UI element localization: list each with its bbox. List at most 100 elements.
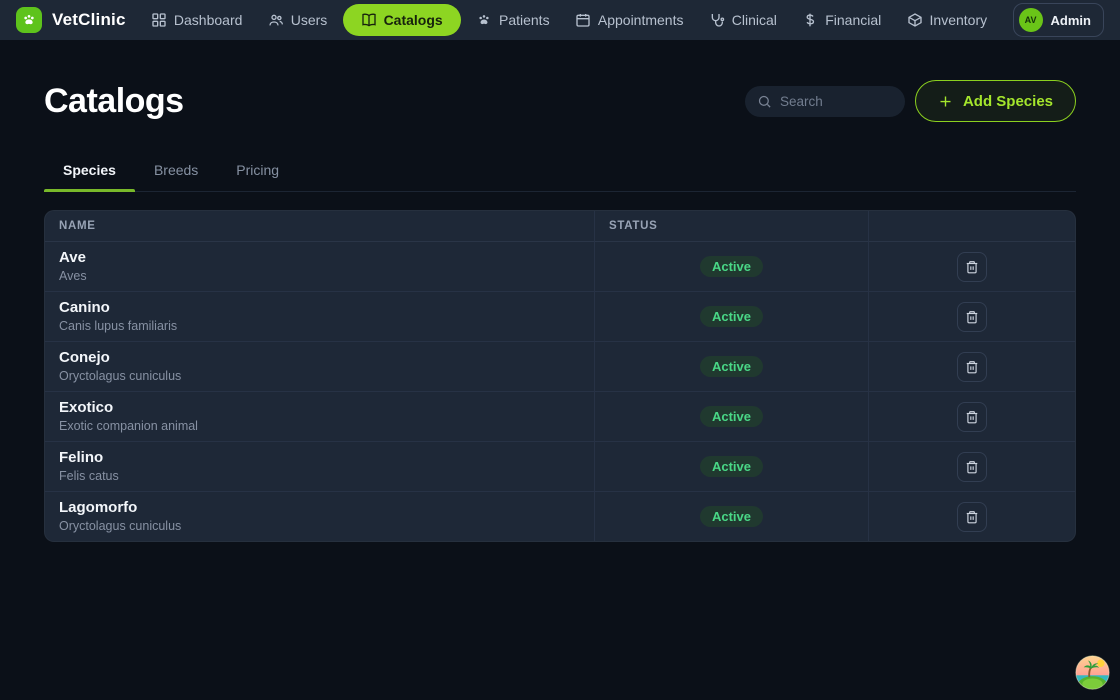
name-cell: Lagomorfo Oryctolagus cuniculus: [45, 492, 594, 541]
table-row[interactable]: Canino Canis lupus familiaris Active: [45, 292, 1075, 342]
status-cell: Active: [594, 242, 868, 291]
species-name: Felino: [59, 449, 580, 467]
name-cell: Exotico Exotic companion animal: [45, 392, 594, 441]
catalog-tabs: Species Breeds Pricing: [44, 152, 1076, 192]
species-name: Canino: [59, 299, 580, 317]
search-box[interactable]: [745, 86, 905, 117]
column-header-actions: [868, 211, 1075, 242]
species-scientific-name: Exotic companion animal: [59, 418, 580, 434]
table-body: Ave Aves Active Canino Canis lupus famil…: [45, 242, 1075, 541]
actions-cell: [868, 442, 1075, 491]
table-row[interactable]: Conejo Oryctolagus cuniculus Active: [45, 342, 1075, 392]
status-cell: Active: [594, 342, 868, 391]
trash-icon: [965, 310, 979, 324]
paw-icon: [476, 12, 492, 28]
plus-icon: [938, 94, 953, 109]
nav-item-label: Patients: [499, 12, 550, 28]
species-scientific-name: Felis catus: [59, 468, 580, 484]
status-badge: Active: [700, 506, 763, 527]
nav-item-patients[interactable]: Patients: [466, 6, 560, 34]
name-cell: Ave Aves: [45, 242, 594, 291]
box-icon: [907, 12, 923, 28]
delete-button[interactable]: [957, 402, 987, 432]
nav-item-appointments[interactable]: Appointments: [565, 6, 694, 34]
species-scientific-name: Canis lupus familiaris: [59, 318, 580, 334]
delete-button[interactable]: [957, 452, 987, 482]
trash-icon: [965, 510, 979, 524]
admin-label: Admin: [1051, 13, 1091, 28]
actions-cell: [868, 242, 1075, 291]
nav-item-inventory[interactable]: Inventory: [897, 6, 998, 34]
species-name: Lagomorfo: [59, 499, 580, 517]
status-badge: Active: [700, 306, 763, 327]
species-name: Conejo: [59, 349, 580, 367]
grid-icon: [151, 12, 167, 28]
brand-name: VetClinic: [52, 10, 126, 30]
actions-cell: [868, 492, 1075, 541]
table-row[interactable]: Felino Felis catus Active: [45, 442, 1075, 492]
species-scientific-name: Oryctolagus cuniculus: [59, 368, 580, 384]
status-cell: Active: [594, 292, 868, 341]
species-scientific-name: Oryctolagus cuniculus: [59, 518, 580, 534]
delete-button[interactable]: [957, 302, 987, 332]
delete-button[interactable]: [957, 502, 987, 532]
add-species-label: Add Species: [963, 93, 1053, 110]
add-species-button[interactable]: Add Species: [915, 80, 1076, 122]
actions-cell: [868, 392, 1075, 441]
dollar-icon: [802, 12, 818, 28]
nav-item-catalogs[interactable]: Catalogs: [343, 4, 461, 36]
species-name: Exotico: [59, 399, 580, 417]
species-table: Name Status Ave Aves Active Canino Canis…: [44, 210, 1076, 542]
search-icon: [757, 94, 772, 109]
table-row[interactable]: Ave Aves Active: [45, 242, 1075, 292]
tab-breeds[interactable]: Breeds: [135, 152, 217, 191]
nav-item-label: Financial: [825, 12, 881, 28]
calendar-icon: [575, 12, 591, 28]
trash-icon: [965, 460, 979, 474]
column-header-name: Name: [45, 211, 594, 242]
tab-species[interactable]: Species: [44, 152, 135, 191]
status-cell: Active: [594, 392, 868, 441]
species-scientific-name: Aves: [59, 268, 580, 284]
status-badge: Active: [700, 256, 763, 277]
nav-item-label: Inventory: [930, 12, 988, 28]
delete-button[interactable]: [957, 252, 987, 282]
table-header-row: Name Status: [45, 211, 1075, 242]
status-cell: Active: [594, 442, 868, 491]
nav-item-dashboard[interactable]: Dashboard: [141, 6, 253, 34]
page-header: Catalogs Add Species: [44, 80, 1076, 122]
top-navbar: VetClinic Dashboard Users Catalogs Patie…: [0, 0, 1120, 40]
table-row[interactable]: Exotico Exotic companion animal Active: [45, 392, 1075, 442]
status-badge: Active: [700, 406, 763, 427]
status-cell: Active: [594, 492, 868, 541]
table-row[interactable]: Lagomorfo Oryctolagus cuniculus Active: [45, 492, 1075, 541]
main-content: Catalogs Add Species Species Breeds Pric…: [0, 80, 1120, 542]
nav-item-label: Users: [291, 12, 328, 28]
tab-pricing[interactable]: Pricing: [217, 152, 298, 191]
trash-icon: [965, 360, 979, 374]
page-title: Catalogs: [44, 82, 184, 121]
delete-button[interactable]: [957, 352, 987, 382]
island-icon[interactable]: [1074, 654, 1111, 691]
name-cell: Felino Felis catus: [45, 442, 594, 491]
admin-menu[interactable]: AV Admin: [1013, 3, 1104, 37]
nav-item-clinical[interactable]: Clinical: [699, 6, 787, 34]
actions-cell: [868, 342, 1075, 391]
header-controls: Add Species: [745, 80, 1076, 122]
brand: VetClinic: [16, 7, 126, 33]
nav-item-financial[interactable]: Financial: [792, 6, 891, 34]
stethoscope-icon: [709, 12, 725, 28]
nav-item-label: Appointments: [598, 12, 684, 28]
nav-menu: Dashboard Users Catalogs Patients Appoin…: [136, 4, 1003, 36]
nav-item-users[interactable]: Users: [258, 6, 338, 34]
nav-item-label: Clinical: [732, 12, 777, 28]
open-book-icon: [361, 12, 377, 28]
status-badge: Active: [700, 456, 763, 477]
actions-cell: [868, 292, 1075, 341]
trash-icon: [965, 260, 979, 274]
name-cell: Conejo Oryctolagus cuniculus: [45, 342, 594, 391]
trash-icon: [965, 410, 979, 424]
nav-item-label: Catalogs: [384, 12, 443, 28]
search-input[interactable]: [780, 94, 893, 109]
name-cell: Canino Canis lupus familiaris: [45, 292, 594, 341]
